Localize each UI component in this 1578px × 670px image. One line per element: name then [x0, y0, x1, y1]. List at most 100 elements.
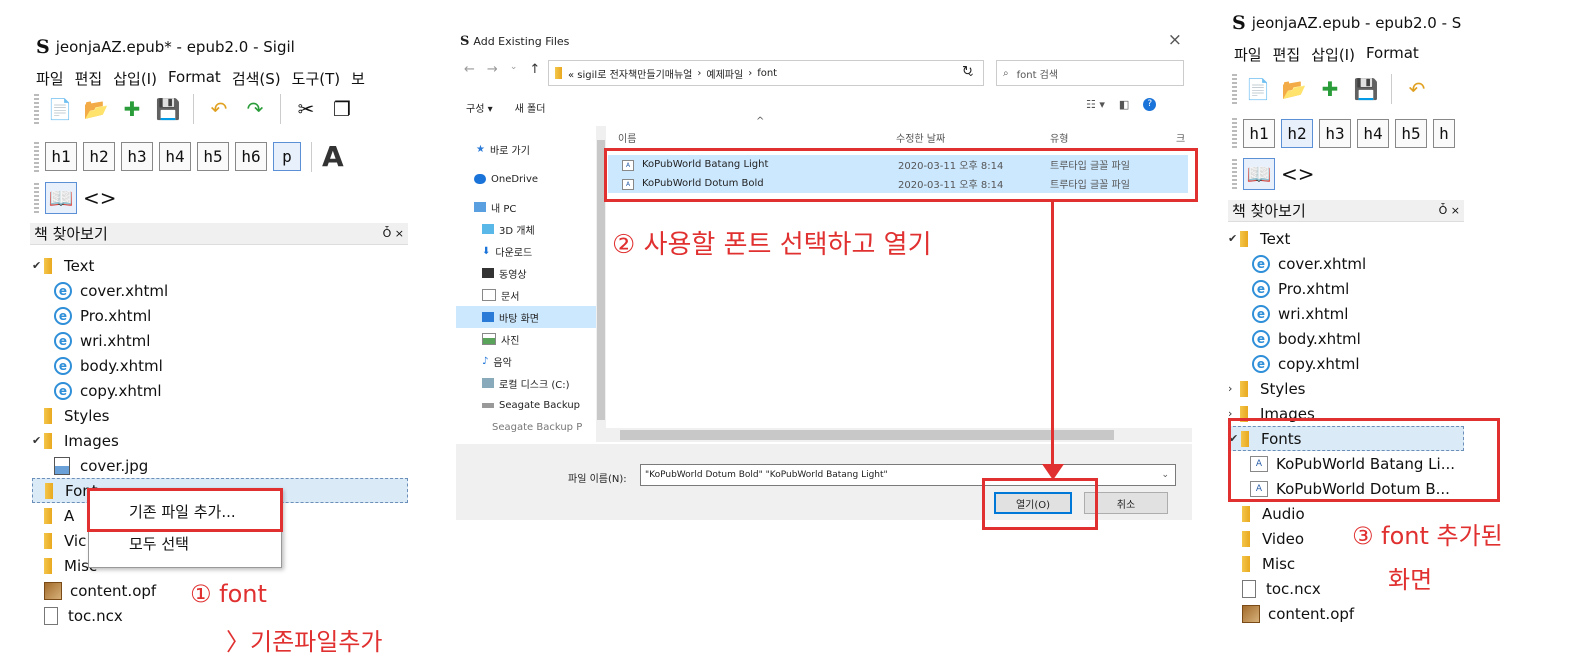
h5-button[interactable]: h5 [197, 142, 229, 171]
increase-font-button[interactable]: A [322, 140, 344, 173]
toolbar-grip[interactable] [1232, 118, 1237, 148]
forward-arrow-icon[interactable]: → [487, 62, 498, 77]
folder-styles[interactable]: › Styles [1228, 376, 1464, 401]
h6-button-partial[interactable]: h [1433, 118, 1455, 148]
column-size[interactable]: 크 [1176, 130, 1185, 145]
new-file-icon[interactable]: 📄 [45, 94, 75, 124]
save-icon[interactable]: 💾 [1351, 74, 1381, 104]
panel-float-close-controls[interactable]: Ȱ × [383, 227, 404, 240]
expanded-arrow-icon[interactable]: ✔ [32, 434, 44, 447]
h4-button[interactable]: h4 [159, 142, 191, 171]
book-view-icon[interactable]: 📖 [45, 182, 77, 214]
folder-text[interactable]: ✔ Text [32, 253, 408, 278]
nav-3d-objects[interactable]: 3D 개체 [456, 218, 596, 240]
menu-insert[interactable]: 삽입(I) [113, 68, 157, 89]
h5-button[interactable]: h5 [1395, 118, 1427, 148]
h1-button[interactable]: h1 [1243, 118, 1275, 148]
breadcrumb-root[interactable]: « sigil로 전자책만들기매뉴얼 [568, 66, 692, 81]
file-pro-xhtml[interactable]: e Pro.xhtml [1228, 276, 1464, 301]
add-file-icon[interactable]: ✚ [1315, 74, 1345, 104]
h2-button[interactable]: h2 [83, 142, 115, 171]
cut-icon[interactable]: ✂ [291, 94, 321, 124]
nav-quick-access[interactable]: ★ 바로 가기 [456, 138, 596, 160]
nav-this-pc[interactable]: 내 PC [456, 196, 596, 218]
file-body-xhtml[interactable]: e body.xhtml [32, 353, 408, 378]
collapsed-arrow-icon[interactable]: › [1228, 382, 1240, 395]
toolbar-grip[interactable] [34, 183, 39, 213]
organize-button[interactable]: 구성 ▾ [466, 100, 493, 115]
undo-icon[interactable]: ↶ [204, 94, 234, 124]
breadcrumb-examples[interactable]: 예제파일 [706, 66, 743, 81]
file-pro-xhtml[interactable]: e Pro.xhtml [32, 303, 408, 328]
toolbar-grip[interactable] [1232, 74, 1237, 104]
nav-downloads[interactable]: ⬇ 다운로드 [456, 240, 596, 262]
h3-button[interactable]: h3 [1319, 118, 1351, 148]
file-cover-xhtml[interactable]: e cover.xhtml [1228, 251, 1464, 276]
toolbar-grip[interactable] [34, 141, 39, 172]
new-file-icon[interactable]: 📄 [1243, 74, 1273, 104]
address-bar[interactable]: « sigil로 전자책만들기매뉴얼 › 예제파일 › font ⌄ [548, 60, 984, 86]
column-date[interactable]: 수정한 날짜 [896, 130, 945, 145]
search-input[interactable]: ⌕ font 검색 [996, 60, 1184, 86]
menu-edit[interactable]: 편집 [1273, 44, 1301, 65]
open-folder-icon[interactable]: 📂 [81, 94, 111, 124]
view-options-icon[interactable]: ☷ ▾ [1086, 98, 1105, 111]
nav-documents[interactable]: 문서 [456, 284, 596, 306]
h2-button[interactable]: h2 [1281, 118, 1313, 148]
undo-icon[interactable]: ↶ [1402, 74, 1432, 104]
add-file-icon[interactable]: ✚ [117, 94, 147, 124]
h3-button[interactable]: h3 [121, 142, 153, 171]
preview-pane-icon[interactable]: ◧ [1119, 98, 1129, 111]
file-cover-xhtml[interactable]: e cover.xhtml [32, 278, 408, 303]
recent-chevron-icon[interactable]: ⌄ [510, 62, 518, 77]
open-folder-icon[interactable]: 📂 [1279, 74, 1309, 104]
menu-file[interactable]: 파일 [1234, 44, 1262, 65]
p-button[interactable]: p [273, 142, 301, 171]
expanded-arrow-icon[interactable]: ✔ [32, 259, 44, 272]
nav-videos[interactable]: 동영상 [456, 262, 596, 284]
filename-dropdown-icon[interactable]: ⌄ [1161, 470, 1169, 480]
refresh-icon[interactable]: ↻ [962, 64, 973, 79]
file-copy-xhtml[interactable]: e copy.xhtml [32, 378, 408, 403]
up-arrow-icon[interactable]: ↑ [529, 62, 540, 77]
menu-insert[interactable]: 삽입(I) [1311, 44, 1355, 65]
menu-format[interactable]: Format [1366, 44, 1419, 65]
nav-seagate-backup[interactable]: Seagate Backup [456, 394, 596, 416]
toolbar-grip[interactable] [1232, 159, 1237, 189]
help-icon[interactable]: ? [1143, 98, 1157, 111]
horizontal-scrollbar-thumb[interactable] [620, 430, 1114, 440]
horizontal-scrollbar[interactable] [606, 428, 1192, 442]
file-wri-xhtml[interactable]: e wri.xhtml [1228, 301, 1464, 326]
file-wri-xhtml[interactable]: e wri.xhtml [32, 328, 408, 353]
copy-icon[interactable]: ❐ [327, 94, 357, 124]
nav-pictures[interactable]: 사진 [456, 328, 596, 350]
file-content-opf[interactable]: content.opf [1228, 601, 1464, 626]
save-icon[interactable]: 💾 [153, 94, 183, 124]
redo-icon[interactable]: ↷ [240, 94, 270, 124]
h4-button[interactable]: h4 [1357, 118, 1389, 148]
book-view-icon[interactable]: 📖 [1243, 158, 1275, 190]
expanded-arrow-icon[interactable]: ✔ [1228, 232, 1240, 245]
breadcrumb-font[interactable]: font [757, 68, 777, 79]
nav-desktop[interactable]: 바탕 화면 [456, 306, 596, 328]
menu-format[interactable]: Format [168, 68, 221, 89]
nav-seagate-backup-p[interactable]: Seagate Backup P [456, 416, 596, 438]
column-type[interactable]: 유형 [1050, 130, 1068, 145]
menu-tools[interactable]: 도구(T) [292, 68, 340, 89]
menu-view-partial[interactable]: 보 [351, 68, 365, 89]
nav-music[interactable]: ♪ 음악 [456, 350, 596, 372]
panel-float-close-controls[interactable]: Ȱ × [1439, 204, 1460, 217]
nav-onedrive[interactable]: OneDrive [456, 168, 596, 190]
new-folder-button[interactable]: 새 폴더 [515, 100, 546, 115]
folder-images[interactable]: ✔ Images [32, 428, 408, 453]
code-view-button[interactable]: <> [83, 186, 117, 210]
code-view-button[interactable]: <> [1281, 162, 1315, 186]
toolbar-grip[interactable] [34, 94, 39, 124]
nav-local-disk[interactable]: 로컬 디스크 (C:) [456, 372, 596, 394]
column-name[interactable]: 이름 [618, 130, 636, 145]
back-arrow-icon[interactable]: ← [464, 62, 475, 77]
file-copy-xhtml[interactable]: e copy.xhtml [1228, 351, 1464, 376]
folder-text[interactable]: ✔ Text [1228, 226, 1464, 251]
h6-button[interactable]: h6 [235, 142, 267, 171]
file-cover-jpg[interactable]: cover.jpg [32, 453, 408, 478]
